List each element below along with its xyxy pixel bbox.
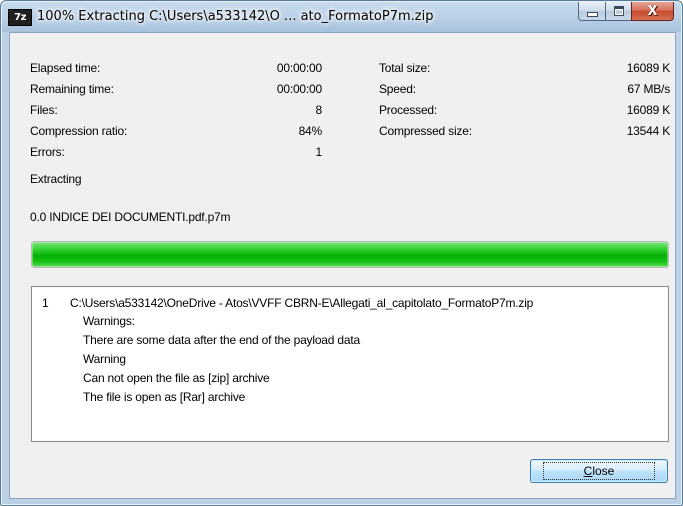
close-button-label: Close: [542, 462, 656, 480]
message-number: 1: [42, 296, 49, 310]
processed-label: Processed:: [379, 103, 438, 117]
message-line: Warnings:: [83, 314, 135, 328]
compression-ratio-value: 84%: [298, 124, 323, 138]
7zip-app-icon: 7z: [8, 9, 32, 26]
current-file-name: 0.0 INDICE DEI DOCUMENTI.pdf.p7m: [30, 210, 231, 224]
minimize-button[interactable]: [578, 2, 605, 21]
errors-label: Errors:: [30, 145, 65, 159]
elapsed-time-label: Elapsed time:: [30, 61, 101, 75]
elapsed-time-value: 00:00:00: [276, 61, 322, 75]
message-line: The file is open as [Rar] archive: [83, 390, 246, 404]
window-controls: X: [578, 2, 674, 22]
progress-fill: [32, 242, 668, 267]
compressed-size-label: Compressed size:: [379, 124, 472, 138]
minimize-icon: [586, 12, 598, 17]
total-size-label: Total size:: [379, 61, 431, 75]
message-line: There are some data after the end of the…: [83, 333, 360, 347]
close-button[interactable]: Close: [530, 459, 668, 483]
extract-progress-window: 7z 100% Extracting C:\Users\a533142\O ..…: [0, 0, 683, 506]
remaining-time-label: Remaining time:: [30, 82, 114, 96]
window-title: 100% Extracting C:\Users\a533142\O ... a…: [37, 9, 434, 24]
compression-ratio-label: Compression ratio:: [30, 124, 128, 138]
close-window-button[interactable]: X: [631, 2, 674, 21]
message-line-path: C:\Users\a533142\OneDrive - Atos\VVFF CB…: [70, 296, 534, 310]
messages-list[interactable]: 1 C:\Users\a533142\OneDrive - Atos\VVFF …: [31, 286, 669, 442]
errors-value: 1: [315, 145, 323, 159]
message-line: Can not open the file as [zip] archive: [83, 371, 270, 385]
maximize-button[interactable]: [605, 2, 631, 21]
remaining-time-value: 00:00:00: [276, 82, 322, 96]
close-icon: X: [647, 3, 658, 19]
speed-value: 67 MB/s: [627, 82, 670, 96]
files-value: 8: [315, 103, 323, 117]
speed-label: Speed:: [379, 82, 416, 96]
status-text: Extracting: [30, 172, 82, 186]
total-size-value: 16089 K: [626, 61, 671, 75]
files-label: Files:: [30, 103, 58, 117]
maximize-icon: [613, 6, 624, 16]
extraction-progress-bar: [31, 241, 669, 268]
compressed-size-value: 13544 K: [626, 124, 671, 138]
dialog-body: Elapsed time: 00:00:00 Remaining time: 0…: [9, 32, 676, 499]
title-bar[interactable]: 7z 100% Extracting C:\Users\a533142\O ..…: [1, 1, 682, 32]
message-line: Warning: [83, 352, 126, 366]
processed-value: 16089 K: [626, 103, 671, 117]
